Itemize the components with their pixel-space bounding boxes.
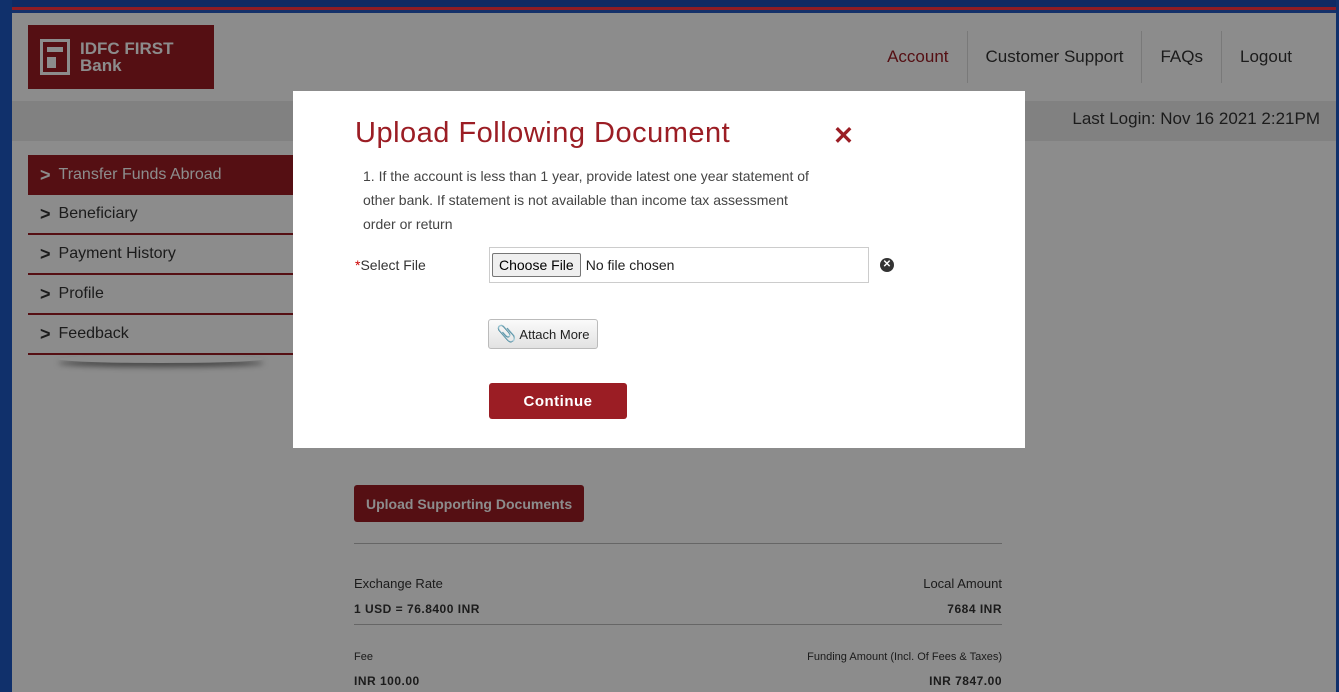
remove-file-icon[interactable]: ✕ xyxy=(880,258,894,272)
modal-title: Upload Following Document xyxy=(355,117,731,149)
file-status-text: No file chosen xyxy=(585,257,675,273)
upload-instructions: 1. If the account is less than 1 year, p… xyxy=(363,168,809,232)
close-icon[interactable]: ✕ xyxy=(833,121,854,151)
select-file-label: *Select File xyxy=(355,257,426,273)
paperclip-icon: 📎 xyxy=(496,326,517,343)
window-top-frame xyxy=(0,0,1339,10)
attach-more-button[interactable]: 📎 Attach More xyxy=(488,319,598,349)
attach-more-label: Attach More xyxy=(519,326,590,342)
upload-document-modal: Upload Following Document ✕ 1. If the ac… xyxy=(293,91,1025,448)
choose-file-button[interactable]: Choose File xyxy=(492,253,581,277)
window-left-frame xyxy=(0,0,12,692)
continue-button[interactable]: Continue xyxy=(489,383,627,419)
select-file-text: Select File xyxy=(360,257,426,273)
file-input[interactable]: Choose File No file chosen xyxy=(489,247,869,283)
accent-line xyxy=(12,7,1339,10)
